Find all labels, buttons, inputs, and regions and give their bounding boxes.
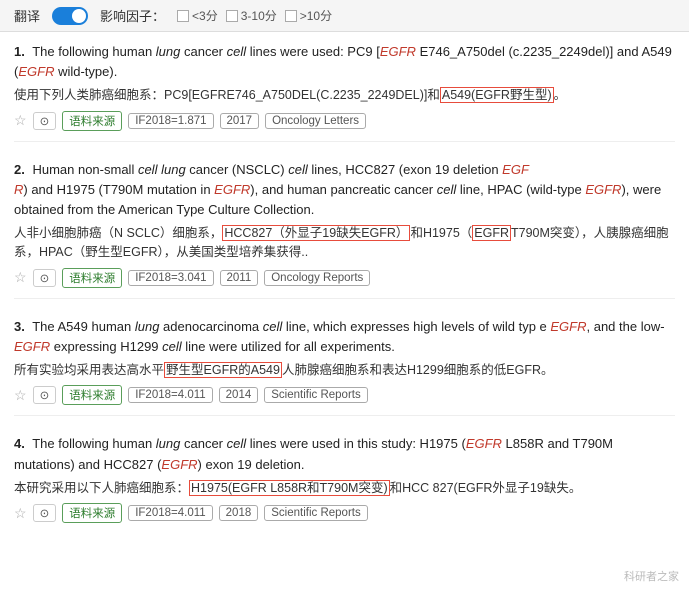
- result-2-tags: ☆ ⊙ 语料来源 IF2018=3.041 2011 Oncology Repo…: [14, 268, 675, 288]
- filter-gt10[interactable]: >10分: [285, 7, 332, 24]
- checkbox-gt10[interactable]: [285, 10, 297, 22]
- filter-lt3-label: <3分: [192, 7, 218, 24]
- checkbox-lt3[interactable]: [177, 10, 189, 22]
- if-tag-1: IF2018=1.871: [128, 113, 213, 129]
- result-item-3: 3. The A549 human lung adenocarcinoma ce…: [14, 317, 675, 417]
- toggle-knob: [72, 9, 86, 23]
- influence-label: 影响因子：: [100, 6, 165, 25]
- result-3-zh-highlight: 野生型EGFR的A549: [164, 362, 282, 378]
- egfr-3a: EGFR: [550, 319, 586, 334]
- egfr-2c: EGFR: [585, 182, 621, 197]
- result-item-1: 1. The following human lung cancer cell …: [14, 42, 675, 142]
- result-1-zh-highlight: A549(EGFR野生型): [440, 87, 554, 103]
- result-1-en: 1. The following human lung cancer cell …: [14, 42, 675, 82]
- item-number-4: 4.: [14, 436, 25, 451]
- star-icon-3[interactable]: ☆: [14, 387, 27, 404]
- journal-tag-3: Scientific Reports: [264, 387, 367, 403]
- cell-italic-3b: cell: [162, 339, 182, 354]
- cell-italic-4: cell: [227, 436, 247, 451]
- item-number-1: 1.: [14, 44, 25, 59]
- star-icon-4[interactable]: ☆: [14, 505, 27, 522]
- filter-group: <3分 3-10分 >10分: [177, 7, 332, 24]
- copy-icon-2[interactable]: ⊙: [33, 269, 57, 287]
- result-4-zh: 本研究采用以下人肺癌细胞系：H1975(EGFR L858R和T790M突变)和…: [14, 479, 675, 498]
- checkbox-3to10[interactable]: [226, 10, 238, 22]
- result-3-zh: 所有实验均采用表达高水平野生型EGFR的A549人肺腺癌细胞系和表达H1299细…: [14, 361, 675, 380]
- copy-icon-1[interactable]: ⊙: [33, 112, 57, 130]
- source-tag-2[interactable]: 语料来源: [62, 268, 122, 288]
- watermark: 科研者之家: [624, 568, 679, 584]
- lung-italic-4: lung: [156, 436, 181, 451]
- result-item-2: 2. Human non-small cell lung cancer (NSC…: [14, 160, 675, 299]
- result-3-en: 3. The A549 human lung adenocarcinoma ce…: [14, 317, 675, 357]
- egfr-3b: EGFR: [14, 339, 50, 354]
- result-2-zh-highlight1: HCC827（外显子19缺失EGFR）: [222, 225, 410, 241]
- result-2-zh-highlight2: EGFR: [472, 225, 511, 241]
- cell-italic-2c: cell: [437, 182, 457, 197]
- egfr-2b: EGFR: [214, 182, 250, 197]
- result-4-en: 4. The following human lung cancer cell …: [14, 434, 675, 474]
- source-tag-3[interactable]: 语料来源: [62, 385, 122, 405]
- filter-gt10-label: >10分: [300, 7, 332, 24]
- content-area: 1. The following human lung cancer cell …: [0, 32, 689, 561]
- result-4-zh-highlight: H1975(EGFR L858R和T790M突变): [189, 480, 390, 496]
- if-tag-4: IF2018=4.011: [128, 505, 212, 521]
- lung-italic-2: lung: [161, 162, 186, 177]
- translate-toggle[interactable]: [52, 7, 88, 25]
- result-2-zh: 人非小细胞肺癌（N SCLC）细胞系，HCC827（外显子19缺失EGFR）和H…: [14, 224, 675, 263]
- top-bar: 翻译 影响因子： <3分 3-10分 >10分: [0, 0, 689, 32]
- filter-3to10-label: 3-10分: [241, 7, 277, 24]
- egfr-4b: EGFR: [161, 457, 197, 472]
- result-1-tags: ☆ ⊙ 语料来源 IF2018=1.871 2017 Oncology Lett…: [14, 111, 675, 131]
- year-tag-1: 2017: [220, 113, 260, 129]
- filter-3to10[interactable]: 3-10分: [226, 7, 277, 24]
- year-tag-2: 2011: [220, 270, 259, 286]
- cell-italic-2b: cell: [288, 162, 308, 177]
- result-3-tags: ☆ ⊙ 语料来源 IF2018=4.011 2014 Scientific Re…: [14, 385, 675, 405]
- cell-italic-3a: cell: [263, 319, 283, 334]
- year-tag-4: 2018: [219, 505, 259, 521]
- lung-italic-1: lung: [156, 44, 181, 59]
- translate-label: 翻译: [14, 6, 40, 25]
- source-tag-1[interactable]: 语料来源: [62, 111, 122, 131]
- egfr-1b: EGFR: [18, 64, 54, 79]
- copy-icon-4[interactable]: ⊙: [33, 504, 57, 522]
- journal-tag-1: Oncology Letters: [265, 113, 366, 129]
- journal-tag-2: Oncology Reports: [264, 270, 370, 286]
- star-icon-2[interactable]: ☆: [14, 269, 27, 286]
- star-icon-1[interactable]: ☆: [14, 112, 27, 129]
- item-number-3: 3.: [14, 319, 25, 334]
- result-1-zh: 使用下列人类肺癌细胞系：PC9[EGFRE746_A750DEL(C.2235_…: [14, 86, 675, 105]
- year-tag-3: 2014: [219, 387, 259, 403]
- cell-italic-2a: cell: [138, 162, 158, 177]
- filter-lt3[interactable]: <3分: [177, 7, 218, 24]
- egfr-1a: EGFR: [380, 44, 416, 59]
- result-4-tags: ☆ ⊙ 语料来源 IF2018=4.011 2018 Scientific Re…: [14, 503, 675, 523]
- if-tag-2: IF2018=3.041: [128, 270, 213, 286]
- lung-italic-3: lung: [135, 319, 160, 334]
- copy-icon-3[interactable]: ⊙: [33, 386, 57, 404]
- result-item-4: 4. The following human lung cancer cell …: [14, 434, 675, 533]
- cell-italic-1: cell: [227, 44, 247, 59]
- journal-tag-4: Scientific Reports: [264, 505, 367, 521]
- egfr-4a: EGFR: [466, 436, 502, 451]
- source-tag-4[interactable]: 语料来源: [62, 503, 122, 523]
- if-tag-3: IF2018=4.011: [128, 387, 212, 403]
- result-2-en: 2. Human non-small cell lung cancer (NSC…: [14, 160, 675, 220]
- item-number-2: 2.: [14, 162, 25, 177]
